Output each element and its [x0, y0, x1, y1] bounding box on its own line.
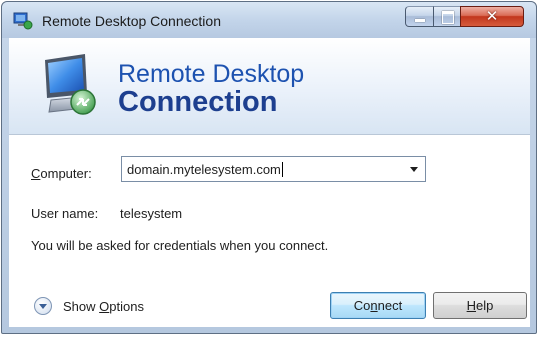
remote-desktop-monitor-icon: [45, 54, 96, 115]
computer-combobox[interactable]: domain.mytelesystem.com: [121, 156, 426, 182]
close-icon: ✕: [485, 7, 499, 25]
show-options-prefix: Show: [63, 299, 100, 314]
help-button[interactable]: Help: [433, 292, 527, 319]
window-title: Remote Desktop Connection: [42, 13, 221, 29]
connect-rest: nect: [377, 298, 403, 313]
text-caret: [281, 162, 283, 177]
computer-label-rest: omputer:: [40, 166, 92, 181]
remote-desktop-app-icon: [13, 12, 33, 30]
help-accelerator: H: [466, 298, 477, 313]
show-options-label[interactable]: Show Options: [63, 299, 144, 314]
help-rest: elp: [476, 298, 494, 313]
banner-title-line1: Remote Desktop: [118, 60, 305, 88]
show-options-rest: ptions: [109, 299, 144, 314]
title-bar[interactable]: Remote Desktop Connection ✕: [2, 2, 536, 38]
content-panel: Computer: domain.mytelesystem.com User n…: [9, 135, 530, 327]
maximize-button[interactable]: [433, 6, 461, 27]
computer-input[interactable]: domain.mytelesystem.com: [127, 162, 283, 177]
username-value: telesystem: [120, 206, 183, 221]
username-label: User name:: [31, 206, 99, 221]
show-options-chevron-icon[interactable]: [34, 297, 52, 315]
connect-accelerator: n: [370, 298, 378, 313]
connect-button[interactable]: Connect: [330, 292, 426, 319]
maximize-icon: [442, 11, 454, 24]
minimize-icon: [415, 19, 425, 22]
banner: Remote Desktop Connection: [9, 38, 530, 135]
close-button[interactable]: ✕: [460, 6, 524, 27]
computer-label-accelerator: C: [31, 166, 41, 181]
computer-input-value: domain.mytelesystem.com: [127, 162, 281, 177]
credentials-info-text: You will be asked for credentials when y…: [31, 238, 329, 253]
connect-prefix: Co: [353, 298, 371, 313]
computer-label: Computer:: [31, 166, 92, 181]
remote-desktop-window: Remote Desktop Connection ✕ Remote Deskt…: [1, 1, 537, 334]
minimize-button[interactable]: [405, 6, 434, 27]
combo-dropdown-arrow-icon[interactable]: [410, 167, 418, 172]
banner-title-line2: Connection: [118, 86, 278, 118]
show-options-accelerator: O: [99, 299, 110, 314]
